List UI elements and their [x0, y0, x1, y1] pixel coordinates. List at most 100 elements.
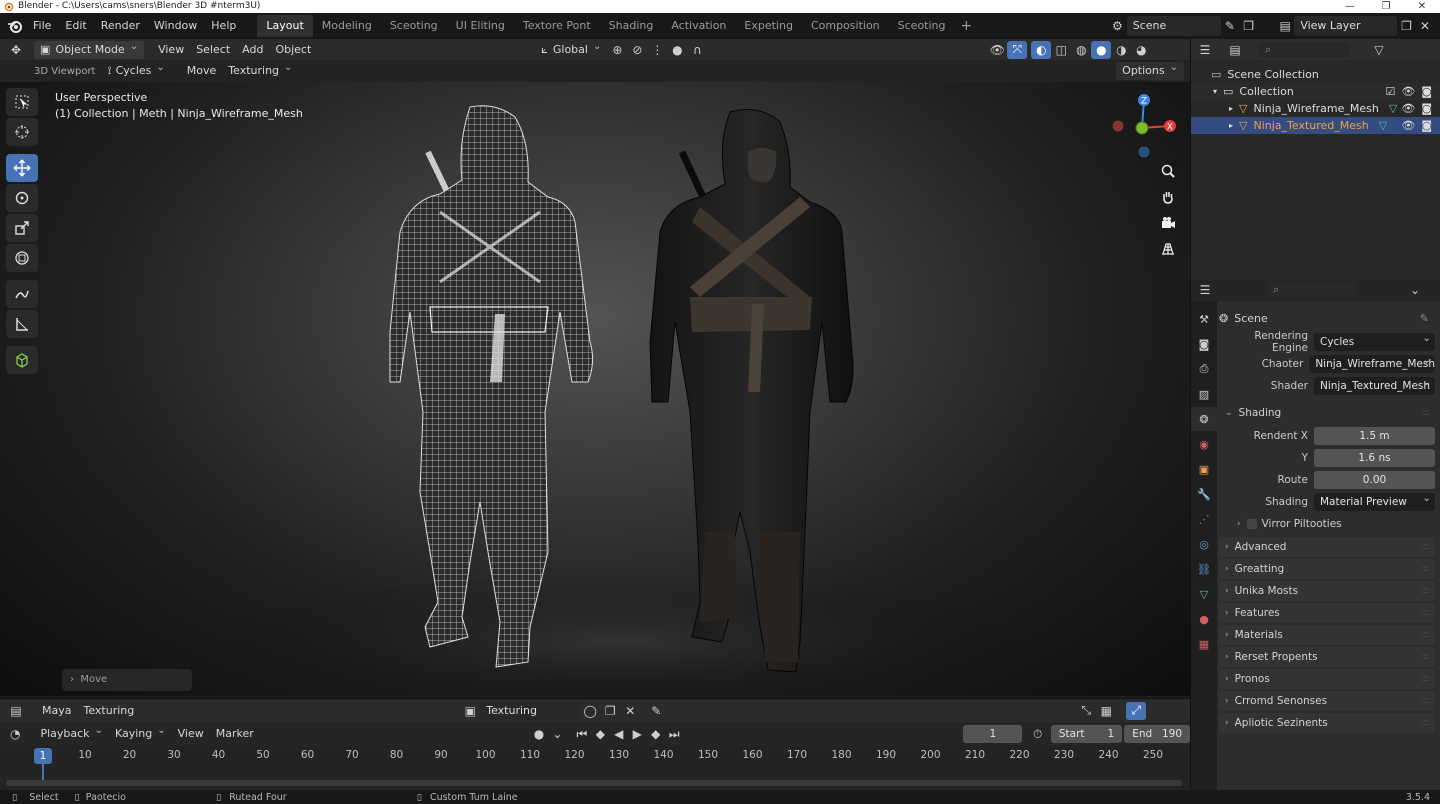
- gizmo-toggle-icon[interactable]: ⤧: [1007, 40, 1028, 59]
- timeline-type-icon[interactable]: ◔: [6, 725, 24, 743]
- tab-expeting[interactable]: Expeting: [735, 15, 802, 37]
- tab-layout[interactable]: Layout: [257, 15, 313, 37]
- outliner-item-textured[interactable]: ▸ ▽ Ninja_Textured_Mesh ▽ 👁 ◙: [1191, 117, 1440, 134]
- camera-view-icon[interactable]: [1155, 210, 1181, 236]
- chaoter-dropdown[interactable]: Ninja_Wireframe_Mesh: [1309, 351, 1435, 373]
- filter-icon[interactable]: ▽: [1369, 41, 1389, 59]
- render-camera-icon[interactable]: ◙: [1421, 102, 1432, 115]
- pan-hand-icon[interactable]: [1155, 184, 1181, 210]
- shading-mode-dropdown[interactable]: Material Preview: [1314, 489, 1435, 511]
- fake-user-icon[interactable]: ◯: [580, 702, 600, 720]
- drag-grip-icon[interactable]: ::::: [1421, 608, 1430, 618]
- tab-ui-editing[interactable]: UI Eliting: [447, 15, 514, 37]
- section-apliotic-sezinents[interactable]: › Apliotic Sezinents::::: [1219, 713, 1435, 733]
- tab-texture-paint[interactable]: Textore Pont: [514, 15, 600, 37]
- jump-start-icon[interactable]: ⏮: [573, 725, 591, 743]
- gizmo-neg-x[interactable]: [1112, 120, 1124, 132]
- render-camera-icon[interactable]: ◙: [1421, 85, 1432, 98]
- checkbox[interactable]: [1246, 519, 1257, 529]
- proportional-edit-icon[interactable]: ●: [667, 41, 687, 59]
- menu-object[interactable]: Object: [269, 41, 317, 59]
- modifier-tab-icon[interactable]: 🔧: [1191, 482, 1217, 506]
- section-materials[interactable]: › Materials::::: [1219, 625, 1435, 645]
- falloff-icon[interactable]: ∩: [687, 41, 707, 59]
- scale-tool[interactable]: [6, 214, 38, 242]
- render-camera-icon[interactable]: ◙: [1421, 119, 1432, 132]
- view-layer-tab-icon[interactable]: ▨: [1191, 382, 1217, 406]
- tab-shading[interactable]: Shading: [600, 15, 663, 37]
- visibility-icon[interactable]: 👁: [987, 41, 1007, 59]
- measure-tool[interactable]: [6, 310, 38, 338]
- material-tab-icon[interactable]: ●: [1191, 607, 1217, 631]
- workspace-dropdown[interactable]: Texturing: [222, 62, 298, 80]
- select-box-tool[interactable]: [6, 88, 38, 116]
- outliner-editor-icon[interactable]: ☰: [1195, 41, 1215, 59]
- scene-icon[interactable]: ⚙: [1108, 17, 1127, 35]
- zoom-icon[interactable]: [1155, 158, 1181, 184]
- menu-texturing[interactable]: Texturing: [77, 702, 140, 720]
- cursor-tool[interactable]: [6, 118, 38, 146]
- rotate-tool[interactable]: [6, 184, 38, 212]
- jump-end-icon[interactable]: ⏭: [665, 725, 683, 743]
- menu-file[interactable]: File: [26, 13, 58, 39]
- menu-window[interactable]: Window: [147, 13, 204, 39]
- outliner-item-wireframe[interactable]: ▸ ▽ Ninja_Wireframe_Mesh ▽ 👁 ◙: [1191, 100, 1440, 117]
- minimize-button[interactable]: —: [1332, 0, 1368, 13]
- xray-icon[interactable]: ◫: [1051, 41, 1071, 59]
- drag-grip-icon[interactable]: ::::: [1421, 630, 1430, 640]
- drag-grip-icon[interactable]: ::::: [1421, 696, 1430, 706]
- shader-dropdown[interactable]: Ninja_Textured_Mesh: [1314, 373, 1435, 395]
- shading-section-header[interactable]: ⌄ Shading ::::: [1219, 403, 1435, 423]
- gizmo-y-axis[interactable]: [1135, 121, 1149, 135]
- start-frame-field[interactable]: Start 1: [1050, 725, 1123, 743]
- drag-grip-icon[interactable]: ::::: [1421, 564, 1430, 574]
- menu-maya[interactable]: Maya: [36, 702, 77, 720]
- current-frame-field[interactable]: 1: [963, 725, 1023, 743]
- annotate-tool[interactable]: [6, 280, 38, 308]
- object-tab-icon[interactable]: ▣: [1191, 457, 1217, 481]
- unlink-icon[interactable]: ✕: [620, 702, 640, 720]
- solid-shading-icon[interactable]: ●: [1091, 40, 1112, 59]
- view-layer-field[interactable]: View Layer: [1294, 16, 1398, 36]
- tab-sceoting-2[interactable]: Sceoting: [889, 15, 955, 37]
- stopwatch-icon[interactable]: ⏱: [1028, 725, 1046, 743]
- timeline-editor-icon[interactable]: ▤: [6, 702, 26, 720]
- current-frame-marker[interactable]: 1: [34, 748, 52, 764]
- texture-tab-icon[interactable]: ▦: [1191, 632, 1217, 656]
- snap-target-icon[interactable]: ⋮: [647, 41, 667, 59]
- drag-grip-icon[interactable]: ::::: [1421, 408, 1430, 418]
- keying-set-icon[interactable]: ⌄: [548, 725, 566, 743]
- scene-tab-icon[interactable]: ❂: [1191, 407, 1217, 431]
- filter-channels-icon[interactable]: ▦: [1096, 702, 1116, 720]
- add-workspace-button[interactable]: +: [955, 18, 979, 34]
- timeline-scrollbar[interactable]: [6, 780, 1182, 786]
- render-tab-icon[interactable]: ◙: [1191, 332, 1217, 356]
- normalize-icon[interactable]: ⤡: [1076, 702, 1096, 720]
- section-pronos[interactable]: › Pronos::::: [1219, 669, 1435, 689]
- world-tab-icon[interactable]: ◉: [1191, 432, 1217, 456]
- last-operation-panel[interactable]: › Move: [62, 669, 192, 691]
- pin-icon[interactable]: ✎: [1420, 312, 1429, 325]
- image-browse-icon[interactable]: ▣: [460, 702, 480, 720]
- menu-view-timeline[interactable]: View: [172, 725, 210, 743]
- next-keyframe-icon[interactable]: ◆: [646, 725, 664, 743]
- play-reverse-icon[interactable]: ◀: [610, 725, 628, 743]
- pin-icon[interactable]: ✎: [1221, 17, 1240, 35]
- display-mode-icon[interactable]: ▤: [1225, 41, 1245, 59]
- outliner-search-input[interactable]: ⌕: [1259, 41, 1349, 58]
- scene-name-field[interactable]: Scene: [1126, 16, 1221, 36]
- properties-editor-icon[interactable]: ☰: [1195, 281, 1215, 299]
- visibility-eye-icon[interactable]: 👁: [1401, 85, 1415, 98]
- rendent-x-field[interactable]: 1.5 m: [1314, 427, 1435, 445]
- rendent-y-field[interactable]: 1.6 ns: [1314, 449, 1435, 467]
- drag-grip-icon[interactable]: ::::: [1421, 542, 1430, 552]
- duplicate-icon[interactable]: ❐: [600, 702, 620, 720]
- drag-grip-icon[interactable]: ::::: [1421, 674, 1430, 684]
- keying-dropdown[interactable]: Kaying: [109, 725, 172, 743]
- rendered-shading-icon[interactable]: ◕: [1131, 41, 1151, 59]
- remove-view-layer-icon[interactable]: ✕: [1416, 17, 1434, 35]
- options-dropdown[interactable]: Options: [1116, 62, 1184, 80]
- end-frame-field[interactable]: End 190: [1124, 725, 1191, 743]
- tab-modeling[interactable]: Modeling: [313, 15, 381, 37]
- timeline-ruler[interactable]: 1 10 20 30 40 50 60 70 80 90 100 110 120 130 140 150 16…: [0, 746, 1190, 790]
